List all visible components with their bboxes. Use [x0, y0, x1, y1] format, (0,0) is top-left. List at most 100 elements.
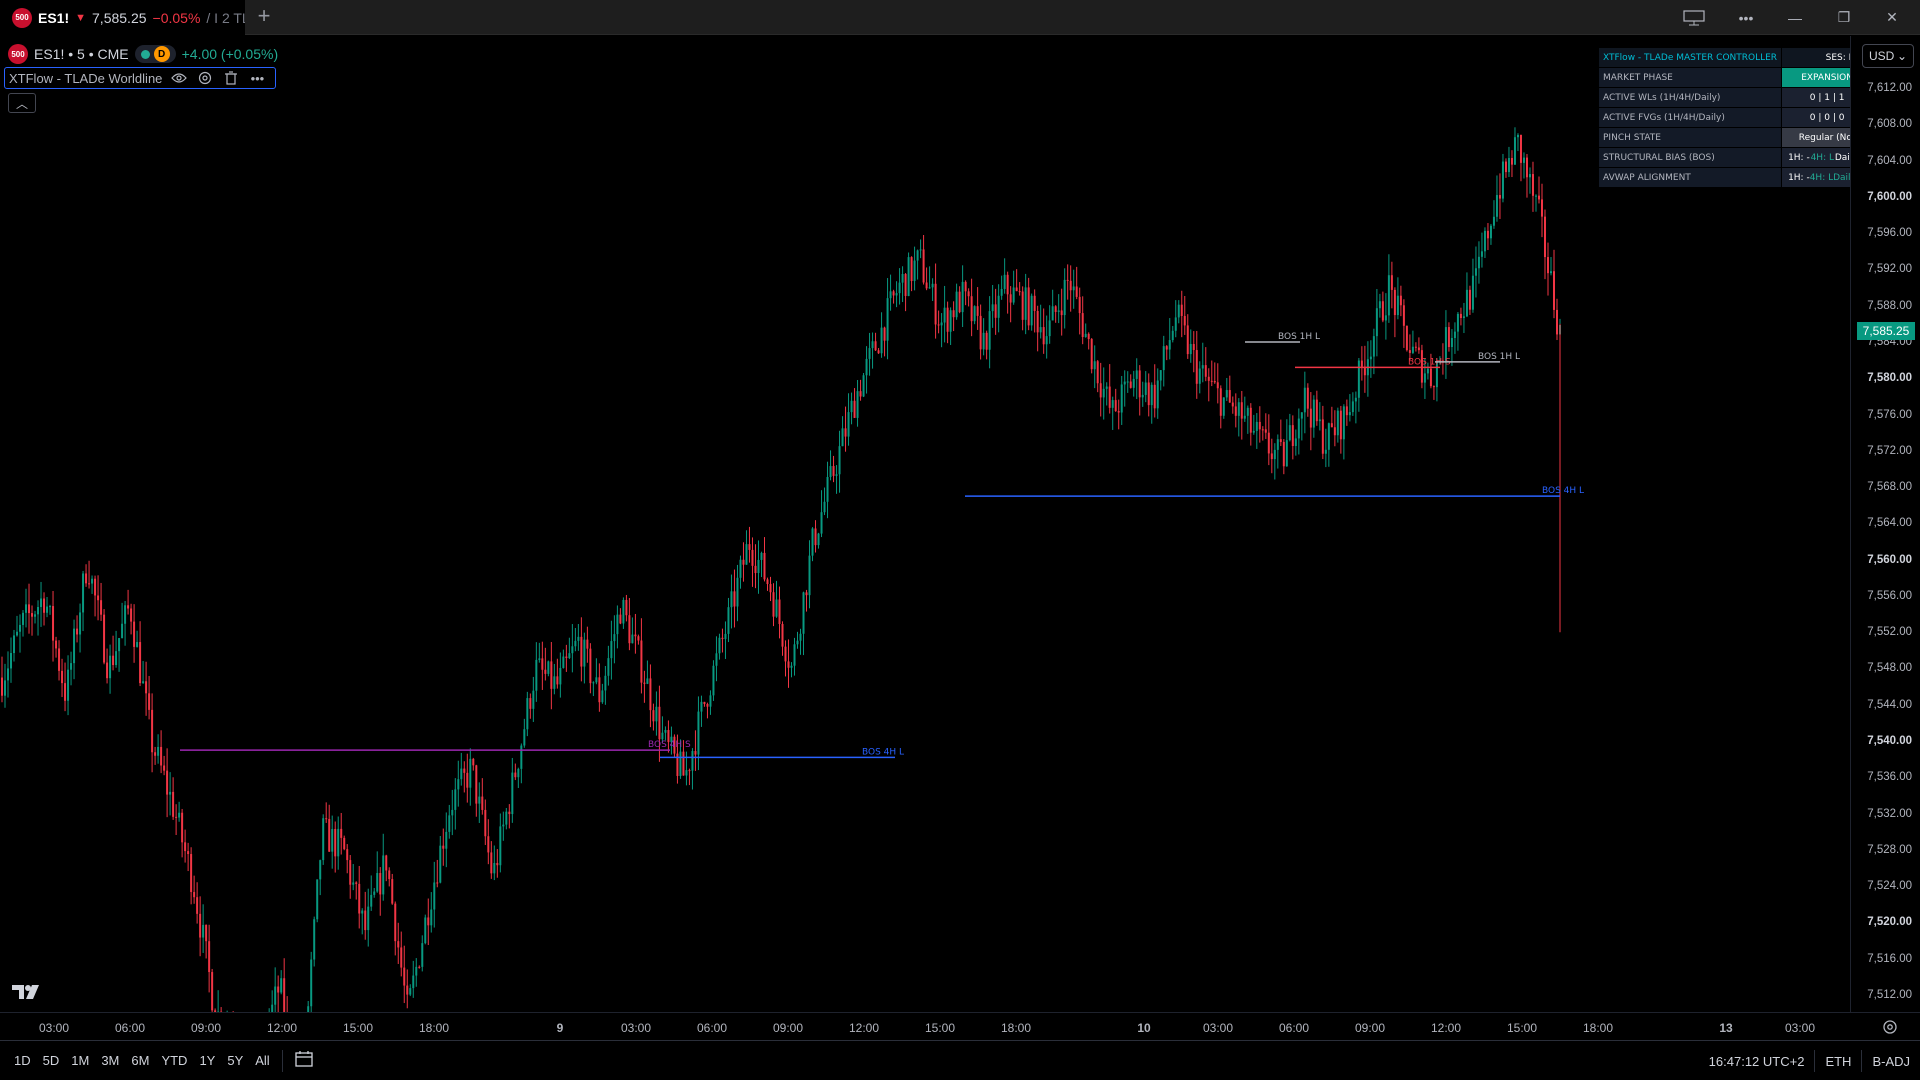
candle-body	[913, 260, 916, 282]
candle-body	[1453, 331, 1456, 339]
candle-body	[1048, 320, 1051, 337]
range-all[interactable]: All	[249, 1053, 275, 1068]
restore-icon[interactable]: ❐	[1822, 0, 1866, 35]
tradingview-logo-icon[interactable]	[12, 982, 44, 1000]
adjustment-toggle[interactable]: B-ADJ	[1862, 1054, 1920, 1069]
candle-body	[130, 608, 133, 622]
time-tick-label: 18:00	[418, 1021, 450, 1035]
range-1m[interactable]: 1M	[65, 1053, 95, 1068]
candle-body	[430, 909, 433, 926]
candle-body	[1357, 360, 1360, 398]
candle-body	[604, 675, 607, 691]
candle-body	[208, 941, 211, 973]
candle-body	[172, 791, 175, 817]
range-6m[interactable]: 6M	[125, 1053, 155, 1068]
market-status[interactable]: D	[134, 45, 176, 63]
currency-select[interactable]: USD ⌄	[1862, 44, 1914, 68]
range-5d[interactable]: 5D	[37, 1053, 66, 1068]
candle-body	[385, 855, 388, 871]
indicator-more-icon[interactable]: •••	[248, 69, 266, 87]
candle-body	[1102, 388, 1105, 398]
candle-body	[1222, 397, 1225, 416]
candle-body	[724, 633, 727, 640]
candle-body	[796, 640, 799, 645]
candle-body	[877, 350, 880, 354]
price-tick-label: 7,608.00	[1867, 118, 1912, 131]
candle-body	[1504, 161, 1507, 173]
candle-body	[1177, 304, 1180, 318]
candle-body	[772, 592, 775, 617]
candle-body	[1237, 402, 1240, 416]
candle-body	[1195, 350, 1198, 384]
candle-body	[142, 681, 145, 684]
candle-body	[547, 661, 550, 674]
eye-icon[interactable]	[170, 69, 188, 87]
candle-body	[517, 768, 520, 778]
collapse-legend-button[interactable]: ︿	[8, 93, 36, 113]
candle-body	[892, 291, 895, 296]
chart-area[interactable]: BOS 4H S BOS 4H L BOS 4H L BOS 1H L BOS 1H S…	[0, 36, 1850, 1012]
candle-body	[1483, 230, 1486, 252]
candle-body	[118, 638, 121, 652]
candle-body	[1165, 346, 1168, 350]
candle-body	[139, 642, 142, 684]
bos-label: BOS 4H S	[648, 740, 691, 750]
clock[interactable]: 16:47:12 UTC+2	[1699, 1054, 1815, 1069]
candle-body	[976, 306, 979, 316]
range-1d[interactable]: 1D	[8, 1053, 37, 1068]
chart-settings-icon[interactable]	[1880, 1017, 1900, 1037]
candle-body	[949, 310, 952, 332]
master-controller-table: XTFlow - TLADe MASTER CONTROLLER SES: LI…	[1597, 47, 1874, 188]
candle-body	[1228, 390, 1231, 403]
candle-body	[1414, 346, 1417, 348]
goto-date-icon[interactable]	[289, 1050, 321, 1071]
price-axis[interactable]: 7,612.00 7,608.00 7,604.00 7,600.00 7,596.00…	[1850, 36, 1920, 1012]
candle-body	[166, 770, 169, 795]
candle-body	[970, 296, 973, 322]
candle-body	[1546, 257, 1549, 274]
time-axis[interactable]: 03:00 06:00 09:00 12:00 15:00 18:00 9 03:00 06:0…	[0, 1012, 1920, 1040]
more-icon[interactable]: •••	[1724, 0, 1768, 35]
time-tick-label: 12:00	[266, 1021, 298, 1035]
candle-body	[928, 287, 931, 289]
range-5y[interactable]: 5Y	[221, 1053, 249, 1068]
candle-body	[403, 967, 406, 986]
candle-body	[1276, 439, 1279, 450]
candle-body	[103, 614, 106, 663]
indicator-legend[interactable]: XTFlow - TLADe Worldline •••	[4, 67, 276, 89]
candle-body	[124, 605, 127, 624]
layout-icon[interactable]	[1672, 0, 1716, 35]
candle-body	[1213, 381, 1216, 383]
close-icon[interactable]: ✕	[1870, 0, 1914, 35]
new-tab-icon[interactable]: +	[252, 5, 276, 29]
candle-body	[1339, 410, 1342, 440]
settings-icon[interactable]	[196, 69, 214, 87]
legend-symbol[interactable]: ES1! • 5 • CME	[34, 46, 129, 62]
candles	[1, 127, 1561, 1012]
price-chart[interactable]: BOS 4H SBOS 4H LBOS 4H LBOS 1H LBOS 1H S…	[0, 36, 1850, 1012]
candle-body	[793, 644, 796, 666]
candle-body	[1027, 287, 1030, 326]
range-1y[interactable]: 1Y	[193, 1053, 221, 1068]
candle-body	[1519, 134, 1522, 163]
trash-icon[interactable]	[222, 69, 240, 87]
time-tick-label: 9	[556, 1021, 564, 1035]
session-toggle[interactable]: ETH	[1815, 1054, 1861, 1069]
candle-body	[82, 573, 85, 613]
minimize-icon[interactable]: —	[1773, 0, 1817, 35]
indicator-name[interactable]: XTFlow - TLADe Worldline	[9, 71, 162, 86]
candle-body	[1042, 327, 1045, 345]
candle-body	[133, 621, 136, 647]
candle-body	[154, 752, 157, 756]
price-tick-label: 7,588.00	[1867, 299, 1912, 312]
candle-body	[415, 966, 418, 976]
candle-body	[916, 250, 919, 261]
candle-body	[721, 637, 724, 640]
candle-body	[382, 855, 385, 895]
candle-body	[787, 661, 790, 668]
chart-tab[interactable]: 500 ES1! ▼ 7,585.25 −0.05% / I 2 TL	[0, 0, 245, 35]
candle-body	[523, 729, 526, 746]
range-ytd[interactable]: YTD	[155, 1053, 193, 1068]
candle-body	[46, 606, 49, 613]
range-3m[interactable]: 3M	[95, 1053, 125, 1068]
